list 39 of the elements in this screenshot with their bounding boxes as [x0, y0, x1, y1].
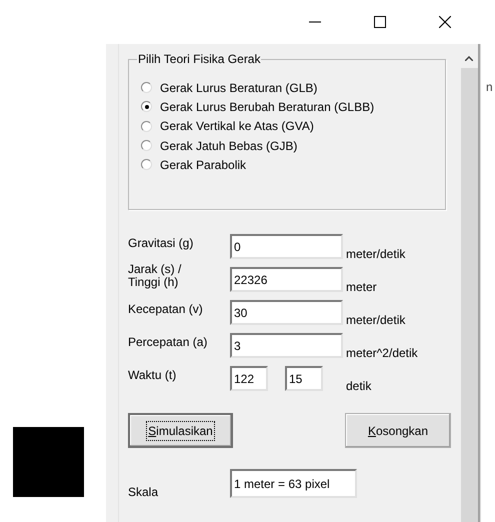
field-label: Waktu (t): [128, 367, 178, 382]
field-label: Kecepatan (v): [128, 301, 204, 316]
input-field[interactable]: 22326: [230, 267, 343, 292]
button[interactable]: Simulasikan: [128, 413, 233, 448]
input-field[interactable]: 30: [230, 300, 343, 325]
unit-label: detik: [346, 378, 372, 393]
field-label: Percepatan (a): [128, 334, 208, 349]
input-field[interactable]: 122: [230, 366, 268, 391]
radio-button[interactable]: [141, 159, 152, 170]
close-icon[interactable]: [439, 16, 451, 28]
option-label[interactable]: Gerak Vertikal ke Atas (GVA): [160, 119, 314, 134]
input-field[interactable]: 3: [230, 333, 343, 358]
scale-field[interactable]: 1 meter = 63 pixel: [230, 469, 357, 498]
unit-label: meter/detik: [346, 246, 406, 261]
minimize-icon[interactable]: [309, 21, 321, 23]
radio-button[interactable]: [141, 101, 152, 112]
group-title: Pilih Teori Fisika Gerak: [137, 52, 262, 66]
unit-label: meter^2/detik: [346, 345, 418, 360]
field-label: Jarak (s) / Tinggi (h): [128, 263, 182, 289]
option-label[interactable]: Gerak Lurus Berubah Beraturan (GLBB): [160, 100, 374, 114]
unit-label: meter: [346, 279, 377, 294]
scroll-thumb[interactable]: [460, 68, 478, 522]
maximize-icon[interactable]: [374, 16, 386, 28]
input-field[interactable]: 0: [230, 234, 343, 259]
radio-button[interactable]: [141, 82, 152, 94]
unit-label: meter/detik: [346, 312, 406, 327]
button[interactable]: Kosongkan: [345, 413, 451, 448]
input-field[interactable]: 15: [285, 366, 323, 391]
radio-button[interactable]: [141, 120, 152, 132]
cut-label: n: [486, 80, 493, 94]
scroll-up-icon[interactable]: [465, 56, 473, 61]
radio-button[interactable]: [141, 140, 152, 152]
square-shape: [13, 427, 84, 497]
option-label[interactable]: Gerak Jatuh Bebas (GJB): [160, 138, 298, 153]
scrollbar[interactable]: [460, 44, 480, 522]
scale-label: Skala: [128, 484, 160, 499]
option-label[interactable]: Gerak Lurus Beraturan (GLB): [160, 80, 318, 95]
option-label[interactable]: Gerak Parabolik: [160, 158, 246, 172]
field-label: Gravitasi (g): [128, 235, 194, 250]
